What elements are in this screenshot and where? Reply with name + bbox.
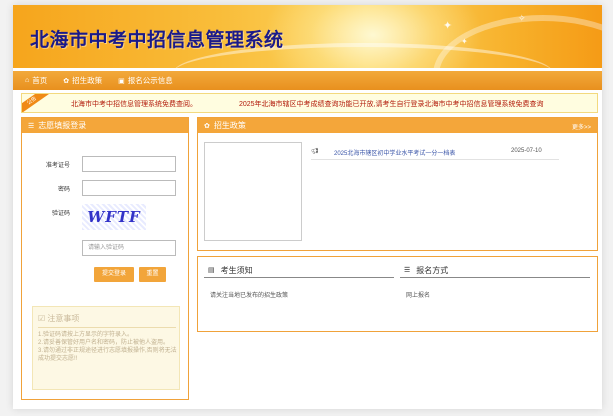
site-title: 北海市中考中招信息管理系统 xyxy=(30,29,284,51)
password-row: 密码 xyxy=(22,180,190,196)
tips-line: 2.请妥善保管好用户名和密码，防止被他人盗用。 xyxy=(38,340,170,346)
nav-item-home[interactable]: ⌂ 首页 xyxy=(25,75,47,86)
login-panel: ☰ 志愿填报登录 准考证号 密码 验证码 WFTF 请输入验证码 提交登录 重置… xyxy=(21,117,189,400)
nav-item-label: 报名公示信息 xyxy=(127,76,173,85)
policy-panel-title: 招生政策 xyxy=(213,121,246,130)
submit-login-button[interactable]: 提交登录 xyxy=(94,267,134,282)
notice-message: 2025年北海市辖区中考成绩查询功能已开放,请考生自行登录北海市中考中招信息管理… xyxy=(238,101,544,108)
info-panel: ▤ 考生须知 请关注当地已发布的招生政策 ☰ 报名方式 网上报名 xyxy=(197,256,598,332)
notice-column-header: ▤ 考生须知 xyxy=(204,263,394,278)
tips-body: 1.验证码请按上方显示的字符录入。 2.请妥善保管好用户名和密码，防止被他人盗用… xyxy=(38,331,178,363)
gear-icon: ✿ xyxy=(204,122,210,130)
notice-message: 北海市中考中招信息管理系统免费查阅。 xyxy=(71,101,197,108)
tips-line: 3.请勿通过非正规途径进行志愿填报操作,否则将无法成功提交志愿!! xyxy=(38,348,177,362)
signup-column-header: ☰ 报名方式 xyxy=(400,263,590,278)
bird-icon: ✧ xyxy=(518,13,526,23)
captcha-image[interactable]: WFTF xyxy=(82,204,146,230)
nav-item-label: 招生政策 xyxy=(72,76,103,85)
tips-box: ☑ 注意事项 1.验证码请按上方显示的字符录入。 2.请妥善保管好用户名和密码，… xyxy=(32,306,180,390)
news-item[interactable]: 📢︎ 2025北海市辖区初中学业水平考试一分一档表 2025-07-10 xyxy=(311,146,559,160)
signup-column-content: 网上报名 xyxy=(406,293,431,299)
password-label: 密码 xyxy=(57,187,70,193)
list-icon: ☰ xyxy=(28,122,35,130)
captcha-label: 验证码 xyxy=(51,211,70,217)
nav-item-label: 首页 xyxy=(32,76,48,85)
book-icon: ▤ xyxy=(208,267,215,274)
page-frame: ✦ ✦ ✧ 北海市中考中招信息管理系统 ⌂ 首页 ✿ 招生政策 ▣ 报名公示信息… xyxy=(13,5,602,409)
gear-icon: ✿ xyxy=(63,77,70,85)
policy-image xyxy=(204,142,302,241)
captcha-input[interactable]: 请输入验证码 xyxy=(82,240,176,256)
tips-title: ☑ 注意事项 xyxy=(38,313,79,324)
notice-column-title: 考生须知 xyxy=(220,265,253,275)
notice-column: ▤ 考生须知 请关注当地已发布的招生政策 xyxy=(204,263,394,299)
signup-column: ☰ 报名方式 网上报名 xyxy=(400,263,590,299)
login-panel-header: ☰ 志愿填报登录 xyxy=(22,118,188,133)
exam-no-label: 准考证号 xyxy=(45,163,70,169)
main-nav: ⌂ 首页 ✿ 招生政策 ▣ 报名公示信息 xyxy=(13,71,602,90)
more-link[interactable]: 更多>> xyxy=(572,122,591,131)
notice-bar: 公告 北海市中考中招信息管理系统免费查阅。 2025年北海市辖区中考成绩查询功能… xyxy=(21,93,598,113)
exam-no-input[interactable] xyxy=(82,156,176,172)
list-icon: ☰ xyxy=(404,267,411,274)
tips-divider xyxy=(38,327,176,328)
checkbox-icon: ☑ xyxy=(38,314,46,323)
tips-title-text: 注意事项 xyxy=(47,314,80,323)
nav-item-signup-info[interactable]: ▣ 报名公示信息 xyxy=(118,75,173,86)
news-title[interactable]: 2025北海市辖区初中学业水平考试一分一档表 xyxy=(334,148,455,157)
policy-panel-header: ✿ 招生政策 xyxy=(198,118,597,133)
captcha-input-row: 请输入验证码 xyxy=(22,240,190,256)
nav-item-policy[interactable]: ✿ 招生政策 xyxy=(63,75,102,86)
login-panel-title: 志愿填报登录 xyxy=(38,121,87,130)
password-input[interactable] xyxy=(82,180,176,196)
bird-icon: ✦ xyxy=(443,20,453,32)
notice-tag: 公告 xyxy=(22,94,51,112)
image-icon: ▣ xyxy=(118,77,125,85)
news-date: 2025-07-10 xyxy=(511,148,542,154)
megaphone-icon: 📢︎ xyxy=(311,149,319,155)
notice-marquee[interactable]: 北海市中考中招信息管理系统免费查阅。 2025年北海市辖区中考成绩查询功能已开放… xyxy=(71,99,583,109)
reset-button[interactable]: 重置 xyxy=(139,267,166,282)
captcha-row: 验证码 WFTF xyxy=(22,204,190,230)
exam-no-row: 准考证号 xyxy=(22,156,190,172)
header-banner: ✦ ✦ ✧ 北海市中考中招信息管理系统 xyxy=(13,5,602,68)
signup-column-title: 报名方式 xyxy=(416,265,449,275)
notice-column-content: 请关注当地已发布的招生政策 xyxy=(210,293,289,299)
policy-panel: ✿ 招生政策 更多>> 📢︎ 2025北海市辖区初中学业水平考试一分一档表 20… xyxy=(197,117,598,251)
tips-line: 1.验证码请按上方显示的字符录入。 xyxy=(38,332,134,338)
home-icon: ⌂ xyxy=(25,77,30,84)
bird-icon: ✦ xyxy=(461,37,468,46)
